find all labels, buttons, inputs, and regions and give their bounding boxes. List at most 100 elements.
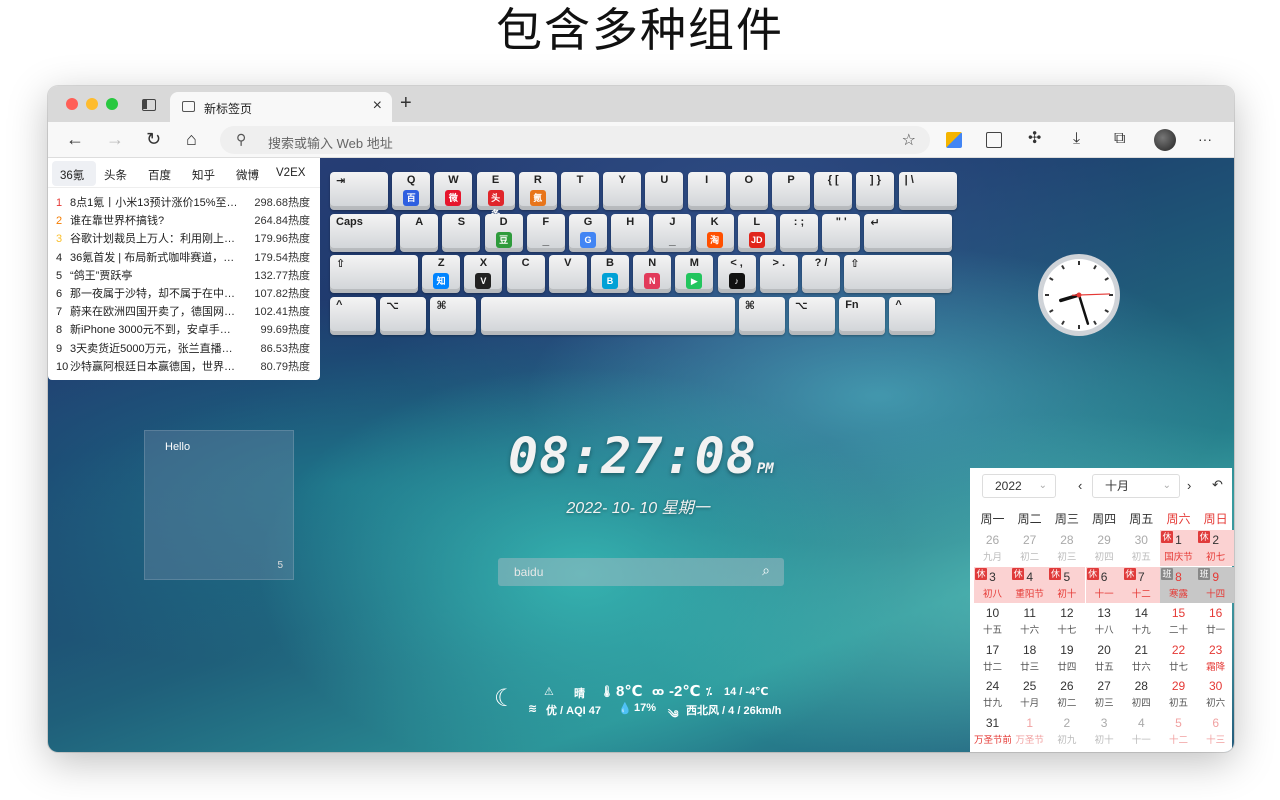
zoom-window-button[interactable] bbox=[106, 98, 118, 110]
key-T[interactable]: T bbox=[561, 172, 599, 210]
calendar-day[interactable]: 21 廿六 bbox=[1123, 640, 1160, 676]
key-↵[interactable]: ↵ bbox=[864, 213, 953, 252]
search-input[interactable]: baidu bbox=[514, 565, 543, 579]
key-> .[interactable]: > . bbox=[759, 255, 798, 293]
extensions-puzzle-icon[interactable]: ✣ bbox=[1028, 128, 1041, 150]
hot-list-item[interactable]: 2 谁在靠世界杯搞钱? 264.84热度 bbox=[56, 212, 314, 230]
address-bar[interactable]: ⚲ 搜索或输入 Web 地址 ☆ bbox=[220, 126, 930, 154]
calendar-day[interactable]: 18 廿三 bbox=[1011, 640, 1048, 676]
avatar[interactable] bbox=[1154, 129, 1176, 151]
hot-tab-0[interactable]: 36氪 bbox=[60, 167, 84, 183]
hot-tab-5[interactable]: V2EX bbox=[276, 167, 305, 179]
search-icon[interactable]: ⌕ bbox=[762, 562, 770, 579]
calendar-day[interactable]: 14 十九 bbox=[1123, 603, 1160, 639]
calendar-day[interactable]: 22 廿七 bbox=[1160, 640, 1197, 676]
calendar-day[interactable]: 19 廿四 bbox=[1048, 640, 1085, 676]
calendar-day[interactable]: 29 初四 bbox=[1086, 530, 1123, 566]
key-W[interactable]: W微 bbox=[434, 172, 473, 210]
calendar-day[interactable]: 2 初九 bbox=[1048, 713, 1085, 749]
more-menu-icon[interactable]: ··· bbox=[1198, 128, 1212, 150]
key-⌥[interactable]: ⌥ bbox=[380, 296, 427, 335]
calendar-day[interactable]: 3 初八休 bbox=[974, 566, 1011, 603]
hot-list-item[interactable]: 5 “鸽王”贾跃亭 132.77热度 bbox=[56, 267, 314, 285]
calendar-day[interactable]: 17 廿二 bbox=[974, 640, 1011, 676]
calendar-day[interactable]: 16 廿一 bbox=[1197, 603, 1234, 639]
calendar-day[interactable]: 26 初二 bbox=[1048, 676, 1085, 712]
calendar-day[interactable]: 30 初五 bbox=[1123, 530, 1160, 566]
calendar-day[interactable]: 15 二十 bbox=[1160, 603, 1197, 639]
year-select[interactable]: 2022 ⌄ bbox=[982, 474, 1056, 498]
download-icon[interactable]: ⤓ bbox=[1073, 128, 1080, 150]
forward-icon[interactable]: → bbox=[106, 128, 124, 150]
favorite-add-icon[interactable]: ☆ bbox=[902, 130, 916, 150]
close-window-button[interactable] bbox=[66, 98, 78, 110]
calendar-day[interactable]: 5 初十休 bbox=[1048, 566, 1086, 603]
key-S[interactable]: S bbox=[442, 213, 481, 252]
key-" '[interactable]: " ' bbox=[822, 213, 861, 252]
hot-list-item[interactable]: 4 36氪首发 | 布局新式咖啡赛道，… 179.54热度 bbox=[56, 249, 314, 267]
key-^[interactable]: ^ bbox=[330, 296, 376, 335]
hot-tab-1[interactable]: 头条 bbox=[104, 167, 127, 183]
key-Caps[interactable]: Caps bbox=[330, 213, 396, 252]
key-U[interactable]: U bbox=[645, 172, 684, 210]
key-O[interactable]: O bbox=[729, 172, 768, 210]
key-: ;[interactable]: : ; bbox=[780, 213, 818, 252]
calendar-day[interactable]: 8 寒露班 bbox=[1160, 566, 1197, 603]
key-I[interactable]: I bbox=[687, 172, 726, 210]
key-B[interactable]: BB bbox=[591, 255, 629, 293]
split-screen-icon[interactable] bbox=[986, 132, 1002, 148]
hot-tab-3[interactable]: 知乎 bbox=[192, 167, 215, 183]
key-⇧[interactable]: ⇧ bbox=[844, 255, 953, 293]
calendar-day[interactable]: 5 十二 bbox=[1160, 713, 1197, 749]
calendar-day[interactable]: 2 初七休 bbox=[1197, 530, 1234, 566]
key-Fn[interactable]: Fn bbox=[839, 296, 886, 335]
key-Y[interactable]: Y bbox=[603, 172, 642, 210]
hot-tab-4[interactable]: 微博 bbox=[236, 167, 259, 183]
calendar-day[interactable]: 28 初四 bbox=[1123, 676, 1160, 712]
back-today-icon[interactable]: ↶ bbox=[1212, 477, 1223, 493]
memo-widget[interactable]: Hello 5 bbox=[144, 430, 294, 580]
key-K[interactable]: K淘 bbox=[695, 213, 734, 252]
collections-icon[interactable]: ⧉ bbox=[1114, 128, 1125, 150]
calendar-day[interactable]: 28 初三 bbox=[1048, 530, 1085, 566]
key-Q[interactable]: Q百 bbox=[392, 172, 431, 210]
calendar-day[interactable]: 1 国庆节休 bbox=[1160, 530, 1197, 566]
prev-month-icon[interactable]: ‹ bbox=[1078, 478, 1082, 493]
calendar-day[interactable]: 10 十五 bbox=[974, 603, 1011, 639]
next-month-icon[interactable]: › bbox=[1187, 478, 1191, 493]
extension-icon[interactable] bbox=[946, 132, 962, 148]
key-< ,[interactable]: < , ♪ bbox=[717, 255, 756, 293]
calendar-day[interactable]: 24 廿九 bbox=[974, 676, 1011, 712]
key-V[interactable]: V bbox=[548, 255, 587, 293]
hot-tab-2[interactable]: 百度 bbox=[148, 167, 171, 183]
key-Z[interactable]: Z知 bbox=[422, 255, 461, 293]
key-⌘[interactable]: ⌘ bbox=[738, 296, 785, 335]
key-C[interactable]: C bbox=[506, 255, 545, 293]
key-D[interactable]: D豆 bbox=[484, 213, 523, 252]
calendar-day[interactable]: 29 初五 bbox=[1160, 676, 1197, 712]
key-H[interactable]: H bbox=[611, 213, 650, 252]
key-? /[interactable]: ? / bbox=[802, 255, 840, 293]
tab-close-icon[interactable]: × bbox=[373, 97, 382, 115]
new-tab-button[interactable]: + bbox=[400, 92, 412, 115]
sidebar-toggle-icon[interactable] bbox=[142, 99, 156, 111]
calendar-day[interactable]: 23 霜降 bbox=[1197, 640, 1234, 676]
hot-list-item[interactable]: 8 新iPhone 3000元不到，安卓手机… 99.69热度 bbox=[56, 321, 314, 339]
key-X[interactable]: XV bbox=[464, 255, 503, 293]
key-⇧[interactable]: ⇧ bbox=[330, 255, 418, 293]
hot-list-item[interactable]: 3 谷歌计划裁员上万人：利用刚上… 179.96热度 bbox=[56, 230, 314, 248]
back-icon[interactable]: ← bbox=[66, 128, 84, 150]
calendar-day[interactable]: 13 十八 bbox=[1086, 603, 1123, 639]
key-P[interactable]: P bbox=[772, 172, 810, 210]
calendar-day[interactable]: 31 万圣节前夜 bbox=[974, 713, 1011, 749]
key-⇥[interactable]: ⇥ bbox=[330, 172, 388, 210]
hot-list-item[interactable]: 9 3天卖货近5000万元，张兰直播间… 86.53热度 bbox=[56, 340, 314, 358]
calendar-day[interactable]: 20 廿五 bbox=[1086, 640, 1123, 676]
key-F[interactable]: F _ bbox=[526, 213, 565, 252]
search-box[interactable]: baidu ⌕ bbox=[498, 558, 784, 586]
key-A[interactable]: A bbox=[400, 213, 439, 252]
calendar-day[interactable]: 30 初六 bbox=[1197, 676, 1234, 712]
calendar-day[interactable]: 4 十一 bbox=[1123, 713, 1160, 749]
key-J[interactable]: J _ bbox=[653, 213, 692, 252]
calendar-day[interactable]: 1 万圣节 bbox=[1011, 713, 1048, 749]
